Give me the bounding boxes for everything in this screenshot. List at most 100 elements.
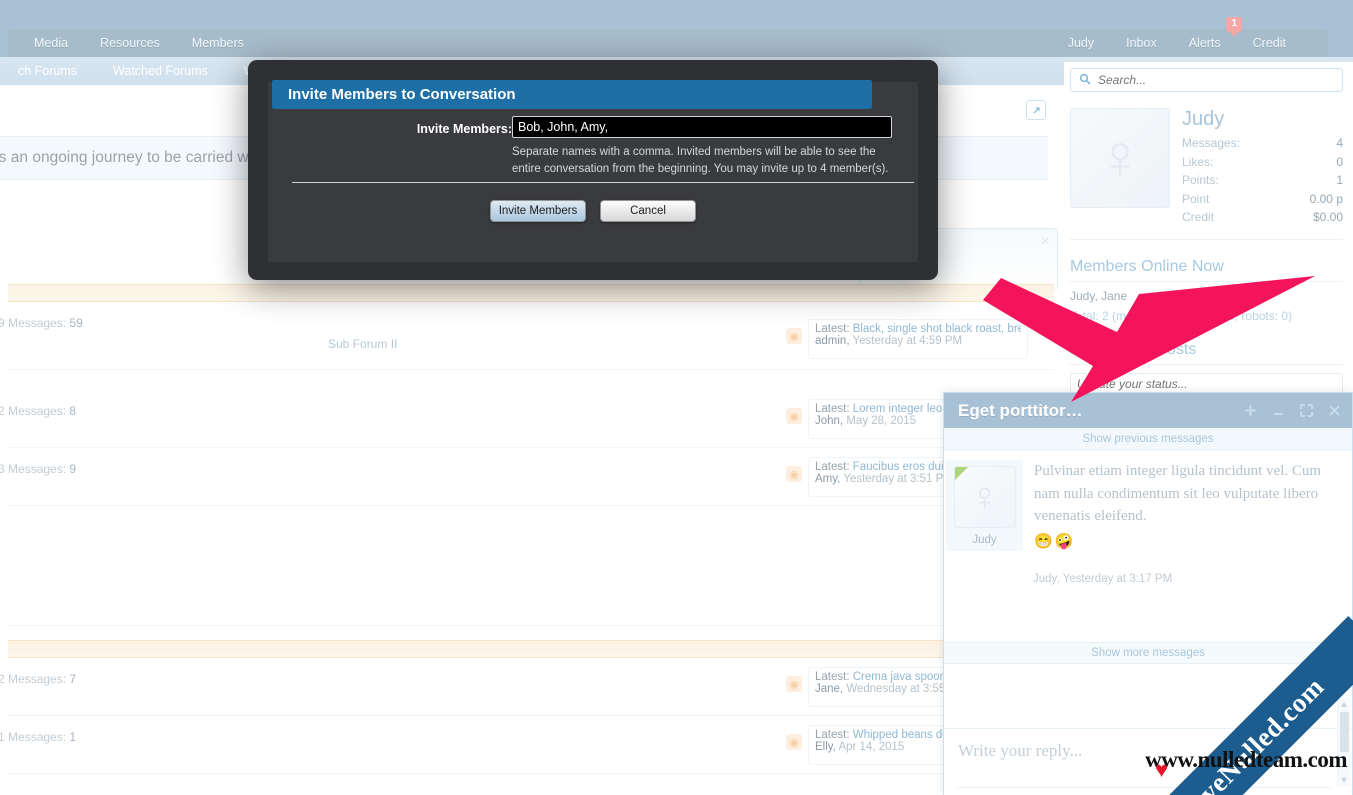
chat-header[interactable]: Eget porttitor… (944, 393, 1352, 428)
reply-underline (958, 787, 1330, 788)
stat-value: 0 (1336, 154, 1343, 169)
rss-icon: ◉ (786, 466, 802, 482)
forum-meta: 3 Messages: 9 (0, 462, 76, 476)
primary-nav-right: 1 Judy Inbox Alerts Credit (1052, 17, 1328, 57)
forum-messages-label: Messages: (8, 730, 67, 744)
cancel-button[interactable]: Cancel (600, 200, 696, 222)
latest-title: Whipped beans dop (852, 729, 956, 741)
profile-name[interactable]: Judy (1182, 108, 1343, 131)
profile-info: Judy Messages: 4 Likes: 0 Points: 1 Poin… (1170, 108, 1343, 227)
chat-title: Eget porttitor… (958, 400, 1083, 420)
latest-post-title: Latest: Black, single shot black roast, … (815, 323, 1021, 335)
forum-thread-count: 1 (0, 730, 5, 744)
latest-post-card[interactable]: Latest: Black, single shot black roast, … (808, 319, 1028, 359)
rss-icon: ◉ (786, 734, 802, 750)
forum-messages-label: Messages: (8, 462, 67, 476)
subnav-item-watched-forums[interactable]: Watched Forums (95, 57, 226, 85)
expand-icon[interactable] (1026, 100, 1046, 120)
nav-item-judy[interactable]: Judy (1052, 29, 1110, 57)
forum-messages-count: 1 (69, 730, 77, 744)
avatar[interactable]: ♀ (1070, 108, 1170, 208)
forum-meta: 1 Messages: 1 (0, 730, 76, 744)
nav-item-credit[interactable]: Credit (1237, 29, 1302, 57)
nav-item-media[interactable]: Media (18, 29, 84, 57)
table-row[interactable]: 9 Messages: 59 Sub Forum II ◉ Latest: Bl… (0, 302, 1054, 370)
table-row[interactable]: 2 Messages: 7 ◉ Latest: Crema java spoon… (0, 658, 1054, 716)
latest-author[interactable]: Amy, (815, 473, 840, 485)
modal-actions: Invite Members Cancel (248, 200, 938, 222)
invite-members-button[interactable]: Invite Members (490, 200, 586, 222)
subnav-item-search-forums[interactable]: ch Forums (0, 57, 95, 85)
table-row[interactable]: 3 Messages: 9 ◉ Latest: Faucibus eros du… (0, 448, 1054, 506)
forum-thread-count: 2 (0, 672, 5, 686)
forum-meta: 2 Messages: 7 (0, 672, 76, 686)
invite-members-modal: Invite Members to Conversation Invite Me… (248, 60, 938, 280)
rss-icon: ◉ (786, 328, 802, 344)
latest-time: Apr 14, 2015 (838, 741, 905, 753)
section-divider (8, 640, 1054, 658)
sub-forum-link[interactable]: Sub Forum II (328, 337, 397, 351)
primary-nav-left: Media Resources Members (8, 29, 260, 57)
invite-members-input[interactable] (512, 116, 892, 138)
search-input[interactable] (1096, 72, 1342, 88)
chat-message-list: ♀ Judy Pulvinar etiam integer ligula tin… (944, 450, 1352, 642)
alerts-badge: 1 (1226, 17, 1242, 37)
nav-item-inbox[interactable]: Inbox (1110, 29, 1173, 57)
message-text: Pulvinar etiam integer ligula tincidunt … (1034, 463, 1322, 524)
show-more-messages-link[interactable]: Show more messages (944, 642, 1352, 664)
latest-title: Crema java spoon (852, 671, 947, 683)
table-row[interactable]: 2 Messages: 8 ◉ Latest: Lorem integer le… (0, 390, 1054, 448)
search-icon (1079, 73, 1091, 88)
message-timestamp: Judy, Yesterday at 3:17 PM (1033, 573, 1173, 585)
profile-card: ♀ Judy Messages: 4 Likes: 0 Points: 1 Po… (1070, 108, 1343, 240)
stat-value: 0.00 p (1309, 191, 1343, 206)
close-icon[interactable] (1327, 403, 1342, 418)
forum-messages-label: Messages: (8, 404, 67, 418)
latest-prefix: Latest: (815, 671, 850, 683)
latest-title: Black, single shot black roast, bre… (852, 323, 1021, 335)
message-author[interactable]: Judy (952, 534, 1017, 546)
members-online-total: Total: 2 (members: 2, guests: 0, robots:… (1070, 308, 1293, 323)
stat-value: $0.00 (1312, 210, 1343, 225)
stat-row: Credit $0.00 (1182, 208, 1343, 227)
table-row[interactable]: 1 Messages: 1 ◉ Latest: Whipped beans do… (0, 716, 1054, 774)
scroll-up-icon[interactable]: ▲ (1338, 698, 1350, 710)
latest-author[interactable]: admin, (815, 335, 850, 347)
latest-prefix: Latest: (815, 461, 850, 473)
scrollbar-thumb[interactable] (1340, 712, 1349, 752)
notice-close-icon[interactable]: × (1041, 233, 1050, 251)
stat-value: 1 (1336, 173, 1343, 188)
invite-members-label: Invite Members: (416, 122, 512, 136)
nav-item-resources[interactable]: Resources (84, 29, 176, 57)
forum-meta: 9 Messages: 59 (0, 316, 83, 330)
search-box[interactable] (1070, 68, 1343, 92)
modal-separator (292, 182, 914, 183)
latest-author[interactable]: John, (815, 415, 843, 427)
forum-messages-label: Messages: (8, 316, 67, 330)
forum-messages-count: 8 (69, 404, 77, 418)
chat-message: ♀ Judy Pulvinar etiam integer ligula tin… (944, 450, 1352, 551)
latest-time: May 28, 2015 (846, 415, 917, 427)
message-emoji-row: 😁🤪 (1034, 532, 1076, 550)
stat-row: Points: 1 (1182, 171, 1343, 190)
forum-thread-count: 3 (0, 462, 5, 476)
maximize-icon[interactable] (1299, 403, 1314, 418)
invite-hint-text: Separate names with a comma. Invited mem… (512, 146, 889, 175)
message-bubble: Pulvinar etiam integer ligula tincidunt … (1023, 460, 1340, 551)
modal-title: Invite Members to Conversation (272, 80, 872, 109)
table-row[interactable] (8, 506, 1054, 626)
show-previous-messages-link[interactable]: Show previous messages (944, 428, 1352, 450)
members-online-names[interactable]: Judy, Jane (1070, 289, 1343, 303)
nav-item-members[interactable]: Members (176, 29, 260, 57)
minimize-icon[interactable] (1271, 403, 1286, 418)
avatar[interactable]: ♀ (953, 466, 1016, 528)
latest-title: Lorem integer leo s (852, 403, 952, 415)
latest-prefix: Latest: (815, 323, 850, 335)
primary-navbar: Media Resources Members 1 Judy Inbox Ale… (8, 17, 1328, 57)
add-icon[interactable] (1243, 403, 1258, 418)
scroll-down-icon[interactable]: ▼ (1338, 774, 1350, 786)
nav-item-alerts[interactable]: Alerts (1173, 29, 1237, 57)
latest-author[interactable]: Jane, (815, 683, 843, 695)
stat-label: Messages: (1182, 136, 1241, 150)
latest-author[interactable]: Elly, (815, 741, 836, 753)
